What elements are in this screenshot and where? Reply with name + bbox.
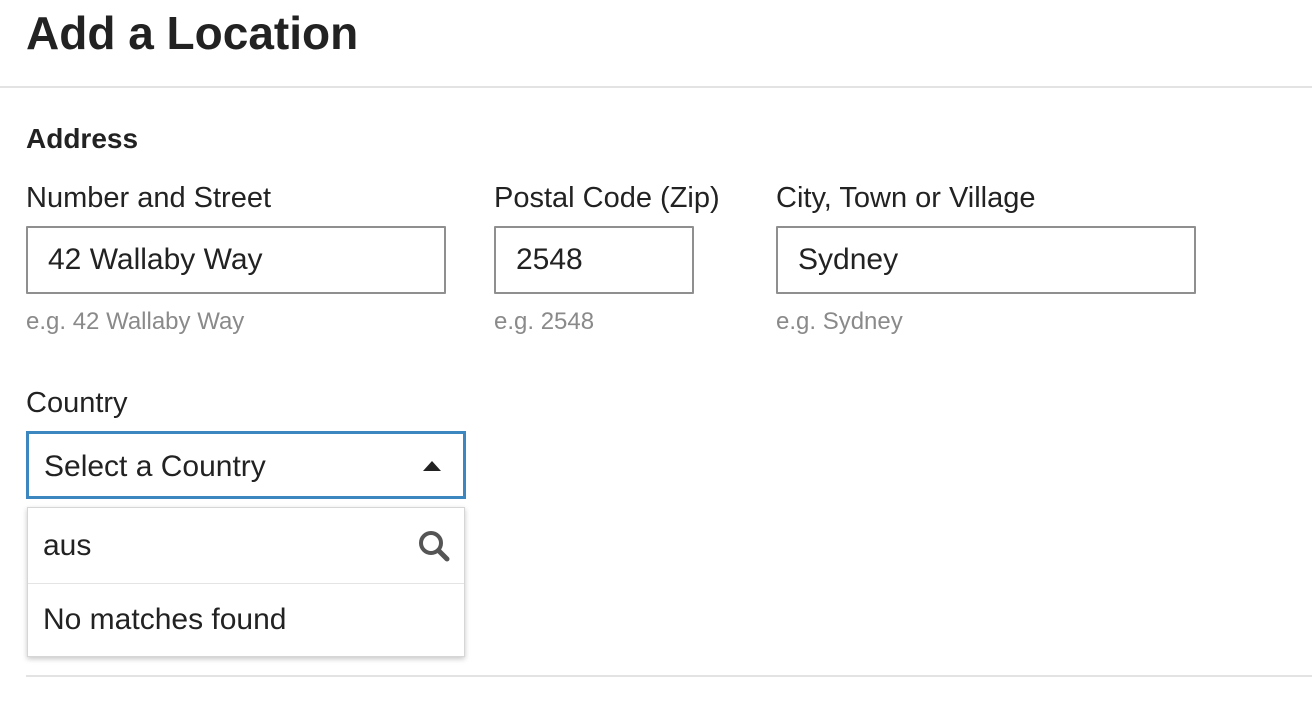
postal-field: Postal Code (Zip) — [494, 181, 720, 215]
caret-up-icon — [423, 461, 441, 471]
country-select-value: Select a Country — [44, 450, 266, 483]
country-select[interactable]: Select a Country — [26, 431, 466, 499]
country-dropdown: No matches found — [27, 507, 465, 657]
postal-hint: e.g. 2548 — [494, 308, 595, 335]
country-label: Country — [26, 387, 128, 419]
street-label: Number and Street — [26, 182, 272, 214]
street-hint: e.g. 42 Wallaby Way — [26, 308, 245, 335]
city-label: City, Town or Village — [776, 182, 1036, 214]
country-field: Country — [26, 386, 128, 420]
no-matches-message: No matches found — [43, 603, 287, 636]
postal-label: Postal Code (Zip) — [494, 182, 720, 214]
street-input[interactable] — [26, 226, 446, 294]
add-location-page: Add a Location Address Number and Street… — [0, 0, 1312, 708]
address-heading: Address — [26, 123, 139, 154]
country-search-input[interactable] — [28, 508, 464, 584]
search-icon — [419, 531, 450, 562]
title-divider — [0, 86, 1312, 88]
city-field: City, Town or Village — [776, 181, 1036, 215]
postal-input[interactable] — [494, 226, 694, 294]
page-title: Add a Location — [26, 7, 359, 59]
section-divider — [26, 675, 1312, 677]
city-input[interactable] — [776, 226, 1196, 294]
city-hint: e.g. Sydney — [776, 308, 903, 335]
street-field: Number and Street — [26, 181, 271, 215]
